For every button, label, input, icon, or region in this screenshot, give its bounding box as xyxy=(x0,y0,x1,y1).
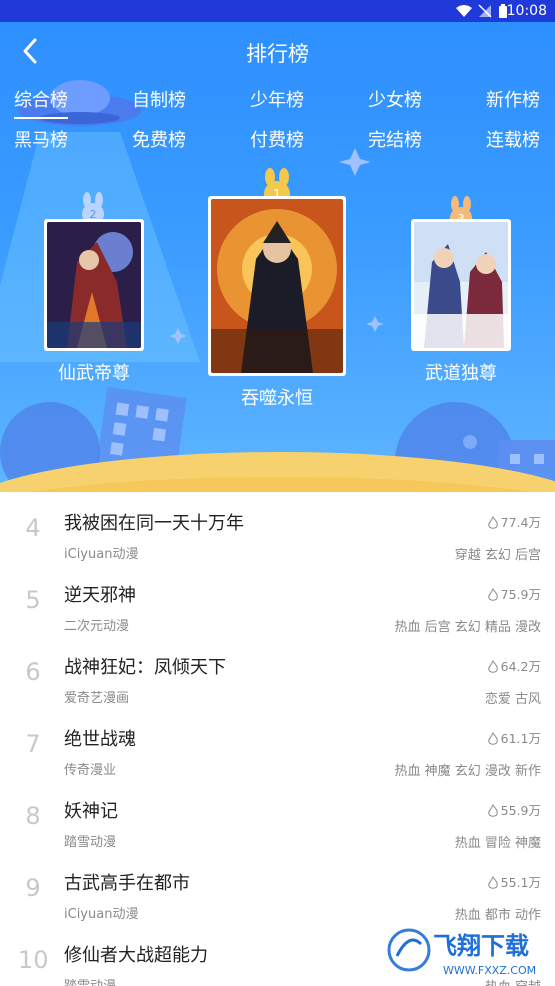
rank-number: 7 xyxy=(25,730,41,758)
flame-icon xyxy=(487,804,498,817)
svg-text:飞翔下载: 飞翔下载 xyxy=(433,932,529,960)
genre-tags: 恋爱 古风 xyxy=(484,692,541,707)
rank-number: 5 xyxy=(25,586,41,614)
comic-title: 修仙者大战超能力 xyxy=(64,945,208,966)
publisher: 二次元动漫 xyxy=(64,619,130,634)
list-item[interactable]: 8 妖神记 踏雪动漫 55.9万 热血 冒险 神魔 xyxy=(0,788,555,860)
cover-name-rank-1: 吞噬永恒 xyxy=(241,388,313,409)
genre-tags: 热血 冒险 神魔 xyxy=(454,836,541,851)
rank-number: 9 xyxy=(25,874,41,902)
flame-icon xyxy=(487,876,498,889)
publisher: 踏雪动漫 xyxy=(64,835,117,850)
tab-comprehensive[interactable]: 综合榜 xyxy=(14,86,68,119)
svg-text:WWW.FXXZ.COM: WWW.FXXZ.COM xyxy=(443,964,536,977)
comic-title: 战神狂妃：凤倾天下 xyxy=(64,657,226,678)
list-item[interactable]: 4 我被困在同一天十万年 iCiyuan动漫 77.4万 穿越 玄幻 后宫 xyxy=(0,500,555,572)
flame-icon xyxy=(487,660,498,673)
comic-title: 古武高手在都市 xyxy=(64,873,190,894)
comic-title: 绝世战魂 xyxy=(64,729,136,750)
status-bar: 10:08 xyxy=(0,0,555,22)
tab-dark-horse[interactable]: 黑马榜 xyxy=(14,126,68,152)
tab-shojo[interactable]: 少女榜 xyxy=(368,86,422,112)
comic-title: 妖神记 xyxy=(64,801,118,822)
list-item[interactable]: 6 战神狂妃：凤倾天下 爱奇艺漫画 64.2万 恋爱 古风 xyxy=(0,644,555,716)
popularity: 55.1万 xyxy=(487,872,541,891)
cover-name-rank-3: 武道独尊 xyxy=(425,363,497,384)
cover-name-rank-2: 仙武帝尊 xyxy=(58,363,130,384)
hero-banner: 排行榜 综合榜 自制榜 少年榜 少女榜 新作榜 黑马榜 免费榜 付费榜 完结榜 … xyxy=(0,22,555,492)
cover-rank-2[interactable] xyxy=(44,219,144,351)
comic-title: 逆天邪神 xyxy=(64,585,136,606)
flame-icon xyxy=(487,732,498,745)
popularity: 77.4万 xyxy=(487,512,541,531)
list-item[interactable]: 5 逆天邪神 二次元动漫 75.9万 热血 后宫 玄幻 精品 漫改 xyxy=(0,572,555,644)
cover-art-wudao xyxy=(414,222,508,348)
cover-art-xianwu xyxy=(47,222,141,348)
publisher: iCiyuan动漫 xyxy=(64,907,139,922)
popularity: 61.1万 xyxy=(487,728,541,747)
tab-self-made[interactable]: 自制榜 xyxy=(132,86,186,112)
publisher: 踏雪动漫 xyxy=(64,975,116,986)
tab-ongoing[interactable]: 连载榜 xyxy=(486,126,540,152)
comic-title: 我被困在同一天十万年 xyxy=(64,513,244,534)
list-item[interactable]: 7 绝世战魂 传奇漫业 61.1万 热血 神魔 玄幻 漫改 新作 xyxy=(0,716,555,788)
rank-number: 10 xyxy=(18,946,49,974)
popularity: 64.2万 xyxy=(487,656,541,675)
clock: 10:08 xyxy=(506,3,547,19)
publisher: 传奇漫业 xyxy=(64,763,117,778)
flame-icon xyxy=(487,516,498,529)
flame-icon xyxy=(487,588,498,601)
popularity: 75.9万 xyxy=(487,584,541,603)
signal-icon xyxy=(478,4,492,18)
genre-tags: 穿越 玄幻 后宫 xyxy=(454,548,541,563)
tab-free[interactable]: 免费榜 xyxy=(132,126,186,152)
ranking-list: 4 我被困在同一天十万年 iCiyuan动漫 77.4万 穿越 玄幻 后宫 5 … xyxy=(0,492,555,986)
publisher: 爱奇艺漫画 xyxy=(64,691,130,706)
tab-paid[interactable]: 付费榜 xyxy=(250,126,304,152)
wifi-icon xyxy=(456,5,472,17)
tab-completed[interactable]: 完结榜 xyxy=(368,126,422,152)
cover-rank-1[interactable] xyxy=(208,196,346,376)
rank-number: 4 xyxy=(25,514,41,542)
cover-art-tunshi xyxy=(211,199,343,373)
fxxz-watermark-logo: 飞翔下载 WWW.FXXZ.COM xyxy=(387,928,536,977)
genre-tags: 热血 神魔 玄幻 漫改 新作 xyxy=(394,764,541,779)
page-title: 排行榜 xyxy=(246,42,309,66)
publisher: iCiyuan动漫 xyxy=(64,547,139,562)
tab-shonen[interactable]: 少年榜 xyxy=(250,86,304,112)
rank-number: 6 xyxy=(25,658,41,686)
popularity: 55.9万 xyxy=(487,800,541,819)
tab-new[interactable]: 新作榜 xyxy=(486,86,540,112)
genre-tags: 热血 都市 动作 xyxy=(454,908,541,923)
cover-rank-3[interactable] xyxy=(411,219,511,351)
genre-tags: 热血 后宫 玄幻 精品 漫改 xyxy=(394,620,541,635)
rank-number: 8 xyxy=(25,802,41,830)
